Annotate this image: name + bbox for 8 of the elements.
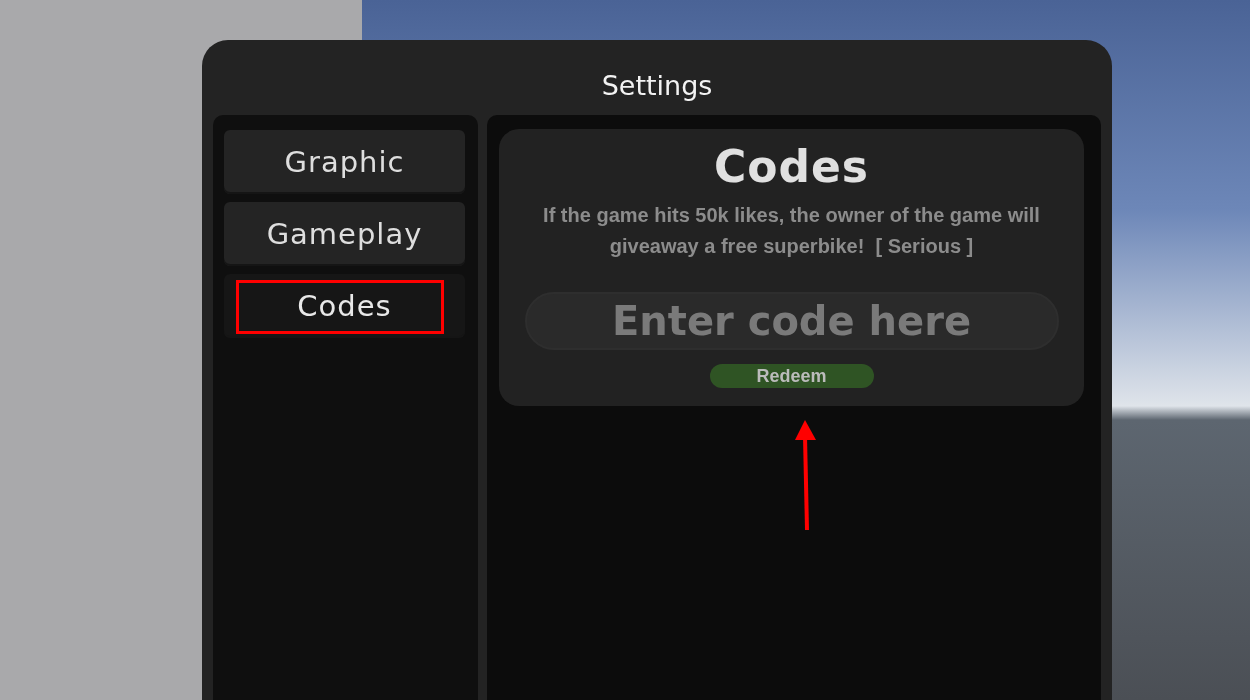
tab[interactable]: Gameplay (224, 202, 465, 266)
window-title: Settings (601, 70, 713, 101)
tab[interactable]: Codes (224, 274, 465, 338)
codes-heading: Codes (713, 141, 869, 192)
redeem-button[interactable]: Redeem (709, 364, 874, 388)
code-input-field[interactable]: Enter code here (524, 292, 1059, 350)
tab[interactable]: Graphic (224, 130, 465, 194)
giveaway-message: If the game hits 50k likes, the owner of the game will giveaway a free superbike! [ Serious ] (542, 203, 1041, 259)
